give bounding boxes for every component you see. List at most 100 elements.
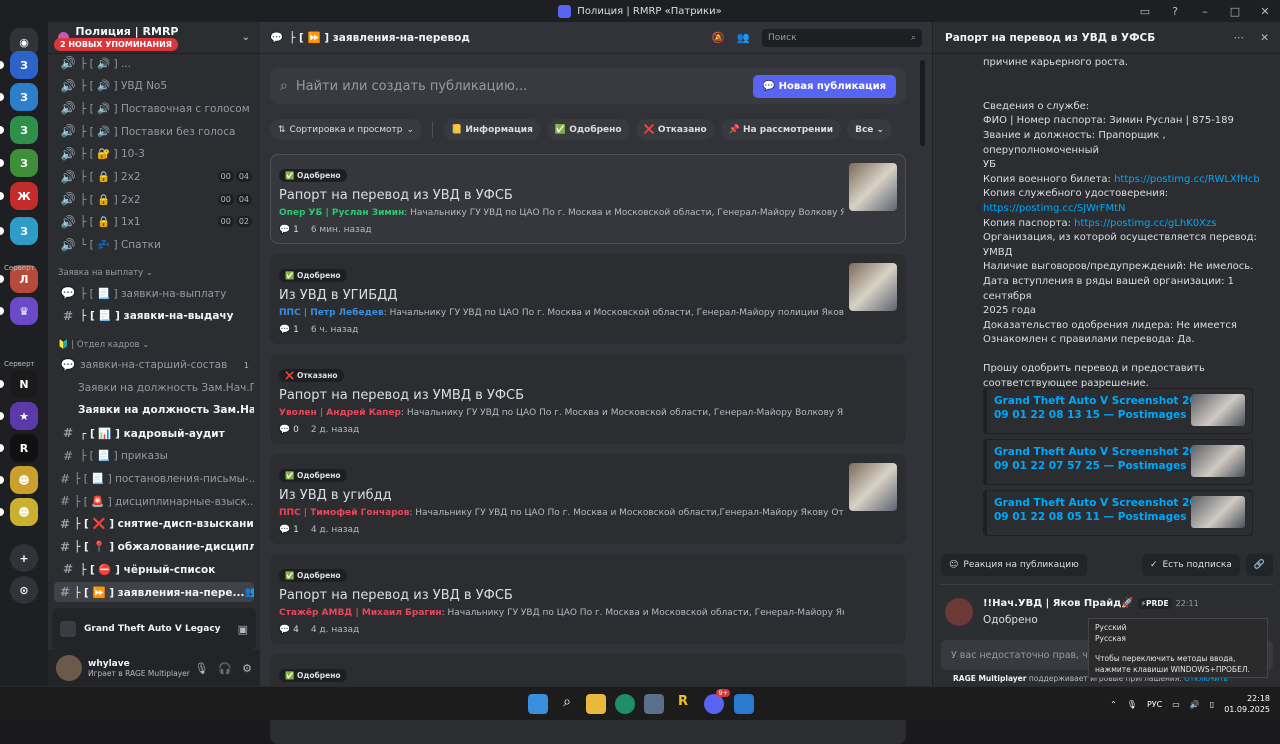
clock[interactable]: 22:18 01.09.2025 bbox=[1224, 693, 1270, 715]
start-icon[interactable] bbox=[528, 694, 548, 714]
activity-card[interactable]: Grand Theft Auto V Legacy ▣ bbox=[52, 608, 256, 650]
server-icon[interactable]: З bbox=[10, 116, 38, 144]
text-channel[interactable]: # ├ [ ⛔ ] чёрный-список bbox=[54, 559, 254, 579]
server-icon[interactable]: ★ bbox=[10, 402, 38, 430]
search-input[interactable]: Поиск ⌕ bbox=[762, 28, 922, 47]
server-icon[interactable]: З bbox=[10, 83, 38, 111]
avatar[interactable] bbox=[945, 598, 973, 626]
copy-link-button[interactable]: 🔗 bbox=[1245, 554, 1273, 576]
mute-icon[interactable]: 🔕 bbox=[712, 31, 725, 44]
postimg-link[interactable]: https://postimg.cc/SJWrFMtN bbox=[983, 203, 1125, 214]
sort-dropdown[interactable]: ⇅ Сортировка и просмотр ⌄ bbox=[270, 119, 423, 140]
post-thumbnail[interactable] bbox=[849, 463, 897, 511]
chevron-up-icon[interactable]: ⌃ bbox=[1110, 700, 1117, 709]
reply-author[interactable]: !!Нач.УВД | Яков Прайд🚀 bbox=[983, 598, 1134, 609]
discord-taskbar-icon[interactable]: 9+ bbox=[704, 689, 730, 714]
follow-button[interactable]: ✓ Есть подписка bbox=[1141, 554, 1240, 576]
voice-channel[interactable]: 🔊 ├ [ 🔒 ] 1х1 00 02 bbox=[54, 212, 254, 232]
volume-icon[interactable]: 🔊 bbox=[1190, 700, 1200, 709]
react-button[interactable]: ☺ Реакция на публикацию bbox=[941, 554, 1087, 576]
server-icon[interactable]: З bbox=[10, 51, 38, 79]
forum-post[interactable]: ❌ Отказано Рапорт на перевод из УМВД в УФ… bbox=[270, 354, 906, 444]
forum-post[interactable]: ✅ Одобрено Рапорт на перевод из УВД в УФС… bbox=[270, 554, 906, 644]
text-channel[interactable]: # ├ [ 📃 ] постановления-письмы-... bbox=[54, 469, 254, 489]
headphones-icon[interactable]: 🎧 bbox=[218, 662, 232, 675]
add-server-icon[interactable]: + bbox=[10, 544, 38, 572]
text-channel[interactable]: # ├ [ 📃 ] заявки-на-выдачу bbox=[54, 306, 254, 326]
microphone-icon[interactable]: 🎙 bbox=[194, 662, 208, 675]
forum-post[interactable]: ✅ Одобрено Из УВД в УГИБДД ППС | Петр Лебе… bbox=[270, 254, 906, 344]
close-button[interactable]: ✕ bbox=[1250, 5, 1280, 18]
close-thread-icon[interactable]: ✕ bbox=[1260, 32, 1269, 44]
postimg-link[interactable]: https://postimg.cc/RWLXfHcb bbox=[1114, 174, 1260, 185]
filter-tag[interactable]: 📒 Информация bbox=[443, 119, 541, 140]
voice-channel[interactable]: 🔊 ├ [ 🔊 ] ... bbox=[54, 53, 254, 73]
settings-gear-icon[interactable]: ⚙ bbox=[242, 662, 252, 675]
text-channel[interactable]: # ├ [ 🚨 ] дисциплинарные-взыск... bbox=[54, 491, 254, 511]
more-icon[interactable]: ⋯ bbox=[1234, 32, 1245, 44]
discover-icon[interactable]: ⊙ bbox=[10, 576, 38, 604]
help-icon[interactable]: ? bbox=[1160, 5, 1190, 18]
forum-post[interactable]: ✅ Одобрено Из УВД в угибдд ППС | Тимофей Г… bbox=[270, 454, 906, 544]
filter-tag[interactable]: 📌 На рассмотрении bbox=[720, 119, 842, 140]
post-thumbnail[interactable] bbox=[849, 163, 897, 211]
text-channel[interactable]: Заявки на должность Зам.Нач.УР... bbox=[72, 400, 254, 420]
server-icon[interactable]: З bbox=[10, 149, 38, 177]
text-channel[interactable]: 💬 заявки-на-старший-состав 1 bbox=[54, 355, 254, 375]
server-icon[interactable]: З bbox=[10, 217, 38, 245]
text-channel[interactable]: # ├ [ 📃 ] приказы bbox=[54, 446, 254, 466]
server-icon[interactable]: ☻ bbox=[10, 498, 38, 526]
link-embed[interactable]: Grand Theft Auto V Screenshot 2025 09 01 … bbox=[983, 439, 1253, 485]
voice-channel[interactable]: 🔊 ├ [ 🔐 ] 10-3 bbox=[54, 144, 254, 164]
category-payout[interactable]: Заявка на выплату ⌄ bbox=[58, 268, 153, 278]
photos-icon[interactable] bbox=[734, 694, 754, 714]
voice-channel[interactable]: 🔊 └ [ 💤 ] Спатки bbox=[54, 235, 254, 255]
text-channel[interactable]: #├ [ ⏩ ] заявления-на-пере...👥⚙ bbox=[54, 582, 254, 602]
text-channel[interactable]: #├ [ 📍 ] обжалование-дисципли... bbox=[54, 537, 254, 557]
text-channel[interactable]: # ├ [ ❌ ] снятие-дисп-взысканий bbox=[54, 514, 254, 534]
text-channel[interactable]: 💬 ├ [ 📃 ] заявки-на-выплату bbox=[54, 283, 254, 303]
members-icon[interactable]: 👥 bbox=[737, 31, 750, 44]
search-icon[interactable]: ⌕ bbox=[557, 694, 577, 714]
avatar[interactable] bbox=[56, 655, 82, 681]
voice-channel[interactable]: 🔊 ├ [ 🔒 ] 2х2 00 04 bbox=[54, 189, 254, 209]
postimg-link[interactable]: https://postimg.cc/gLhK0Xzs bbox=[1074, 218, 1216, 229]
filter-tag[interactable]: Все ⌄ bbox=[847, 119, 893, 140]
text-channel[interactable]: Заявки на должность Зам.Нач.ПП... bbox=[72, 378, 254, 398]
edge-icon[interactable] bbox=[615, 694, 635, 714]
rage-mp-icon[interactable]: R bbox=[673, 694, 693, 714]
microphone-icon[interactable]: 🎙 bbox=[1127, 700, 1137, 709]
new-post-button[interactable]: 💬 Новая публикация bbox=[752, 74, 896, 98]
link-embed[interactable]: Grand Theft Auto V Screenshot 2025 09 01 … bbox=[983, 490, 1253, 536]
voice-channel[interactable]: 🔊 ├ [ 🔊 ] УВД No5 bbox=[54, 76, 254, 96]
battery-icon[interactable]: ▯ bbox=[1210, 700, 1214, 709]
embed-thumbnail[interactable] bbox=[1191, 394, 1245, 426]
server-icon[interactable]: R bbox=[10, 434, 38, 462]
text-channel[interactable]: # ┌ [ 📊 ] кадровый-аудит bbox=[54, 423, 254, 443]
filter-tag[interactable]: ✅ Одобрено bbox=[546, 119, 630, 140]
embed-thumbnail[interactable] bbox=[1191, 445, 1245, 477]
file-explorer-icon[interactable] bbox=[586, 694, 606, 714]
new-mentions-pill[interactable]: 2 НОВЫХ УПОМИНАНИЯ bbox=[54, 38, 178, 51]
voice-channel[interactable]: 🔊 ├ [ 🔊 ] Поставки без голоса bbox=[54, 121, 254, 141]
language-indicator[interactable]: РУС bbox=[1147, 700, 1162, 709]
scrollbar-thumb[interactable] bbox=[920, 60, 925, 146]
store-icon[interactable] bbox=[644, 694, 664, 714]
category-hr[interactable]: 🔰 | Отдел кадров ⌄ bbox=[58, 340, 149, 350]
server-icon[interactable]: ♛ bbox=[10, 297, 38, 325]
voice-channel[interactable]: 🔊 ├ [ 🔊 ] Поставочная с голосом bbox=[54, 98, 254, 118]
server-icon[interactable]: N bbox=[10, 370, 38, 398]
link-embed[interactable]: Grand Theft Auto V Screenshot 2025 09 01 … bbox=[983, 388, 1253, 434]
forum-post[interactable]: ✅ Одобрено Рапорт на перевод из УВД в УФС… bbox=[270, 154, 906, 244]
maximize-button[interactable]: □ bbox=[1220, 5, 1250, 18]
voice-channel[interactable]: 🔊 ├ [ 🔒 ] 2х2 00 04 bbox=[54, 167, 254, 187]
forum-search-input[interactable]: ⌕ Найти или создать публикацию... 💬 Нова… bbox=[270, 68, 906, 104]
server-icon[interactable]: Ж bbox=[10, 182, 38, 210]
minimize-button[interactable]: – bbox=[1190, 5, 1220, 18]
filter-tag[interactable]: ❌ Отказано bbox=[635, 119, 715, 140]
share-screen-icon[interactable]: ▣ bbox=[238, 623, 248, 636]
embed-thumbnail[interactable] bbox=[1191, 496, 1245, 528]
server-icon[interactable]: ☻ bbox=[10, 466, 38, 494]
network-icon[interactable]: ▭ bbox=[1172, 700, 1180, 709]
inbox-icon[interactable]: ▭ bbox=[1130, 5, 1160, 18]
